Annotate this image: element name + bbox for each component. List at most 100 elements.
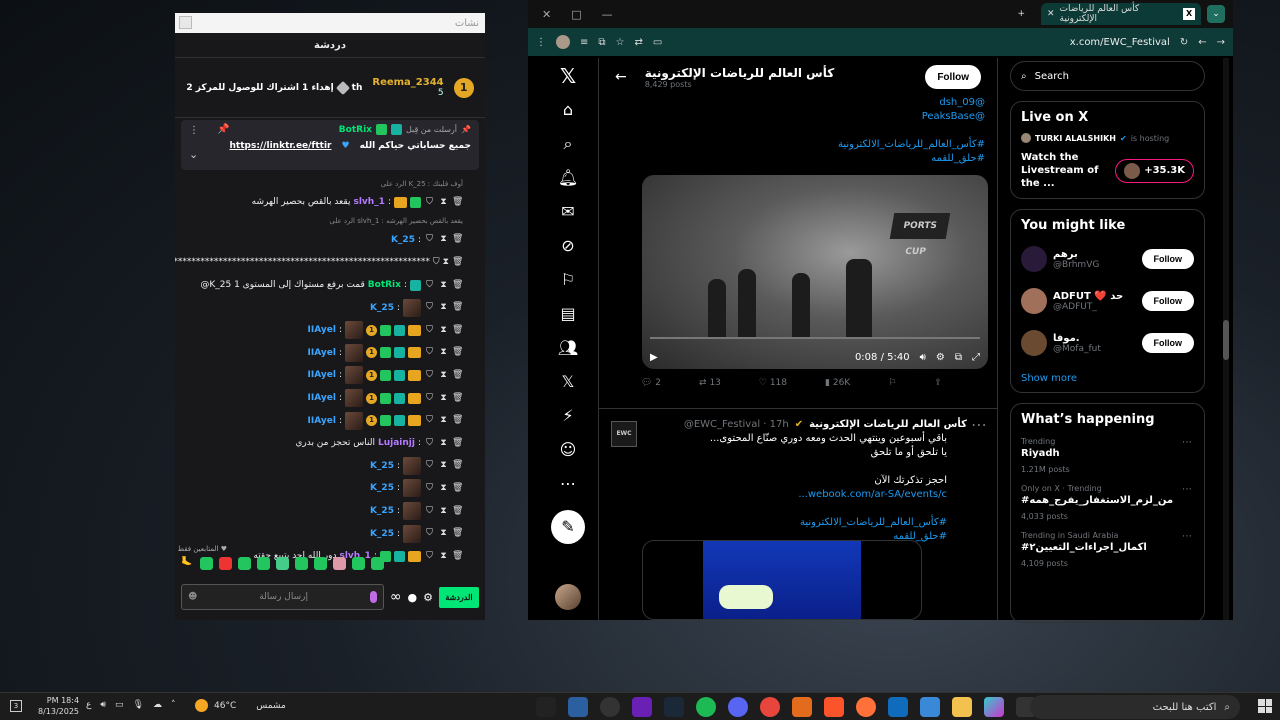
emote-icon[interactable]: [295, 557, 308, 570]
video-player[interactable]: PORTS CUP ▶ 0:08 / 5:40 🔊︎ ⚙ ⧉ ⤢: [642, 175, 988, 369]
window-control-box[interactable]: [179, 16, 192, 29]
shield-icon[interactable]: ⛉: [424, 415, 435, 426]
timeout-hourglass-icon[interactable]: ⧗: [438, 302, 449, 313]
points-icon[interactable]: ●: [408, 591, 418, 604]
timeout-hourglass-icon[interactable]: ⧗: [438, 197, 449, 208]
chat-message[interactable]: K_25: ⛉ ⧗ 🗑︎: [175, 500, 475, 523]
cast-icon[interactable]: ▭: [653, 37, 662, 48]
emote-icon[interactable]: [238, 557, 251, 570]
emote-icon[interactable]: [333, 557, 346, 570]
maximize-icon[interactable]: □: [571, 8, 581, 21]
message-username[interactable]: IIAyel: [308, 325, 336, 335]
more-horizontal-icon[interactable]: ⋯: [1182, 531, 1192, 542]
back-arrow-icon[interactable]: ←: [615, 69, 627, 85]
store-app-icon[interactable]: [920, 697, 940, 717]
emote-icon[interactable]: [352, 557, 365, 570]
emote-icon[interactable]: [371, 557, 384, 570]
delete-trash-icon[interactable]: 🗑︎: [452, 280, 463, 291]
firefox-app-icon[interactable]: [856, 697, 876, 717]
emote-icon[interactable]: [200, 557, 213, 570]
home-icon[interactable]: ⌂: [556, 98, 580, 122]
chat-message[interactable]: IIAyel: 1 ⛉ ⧗ 🗑︎: [175, 342, 475, 365]
delete-trash-icon[interactable]: 🗑︎: [452, 302, 463, 313]
bookmarks-icon[interactable]: ⚐: [556, 268, 580, 292]
chat-message[interactable]: K_25: ⛉ ⧗ 🗑︎: [175, 455, 475, 478]
message-username[interactable]: K_25: [370, 461, 394, 471]
tweet-line[interactable]: @PeaksBase: [599, 110, 997, 124]
video-progress[interactable]: [650, 337, 980, 339]
browser-tab[interactable]: + ✕ كأس العالم للرياضات الإلكترونية X: [1017, 3, 1201, 25]
volume-icon[interactable]: 🔊︎: [920, 352, 926, 363]
more-horizontal-icon[interactable]: ⋯: [971, 415, 987, 434]
profile-person-icon[interactable]: ☺: [556, 438, 580, 462]
message-username[interactable]: IIAyel: [308, 416, 336, 426]
weather-widget[interactable]: 46°C مشمس: [195, 699, 286, 712]
play-icon[interactable]: ▶: [650, 352, 658, 363]
page-scrollbar[interactable]: [1223, 58, 1229, 620]
speaker-icon[interactable]: 🔊︎: [100, 700, 106, 710]
adobe-app-icon[interactable]: [792, 697, 812, 717]
chat-input[interactable]: ☻ إرسال رسالة: [181, 584, 384, 610]
tweet-line[interactable]: #كأس_العالم_للرياضات_الالكترونية: [611, 516, 947, 530]
repost-action[interactable]: ⇄ 13: [699, 378, 721, 388]
like-action[interactable]: ♡ 118: [759, 378, 787, 388]
show-more-link[interactable]: Show more: [1021, 373, 1194, 384]
message-username[interactable]: K_25: [370, 506, 394, 516]
chat-message[interactable]: K_25: ⛉ ⧗ 🗑︎: [175, 522, 475, 545]
pip-icon[interactable]: ⧉: [955, 352, 962, 363]
scrollbar-thumb[interactable]: [1223, 320, 1229, 360]
message-username[interactable]: K_25: [391, 235, 415, 245]
message-username[interactable]: IIAyel: [308, 348, 336, 358]
reading-list-icon[interactable]: ≡: [580, 37, 588, 48]
chat-message[interactable]: الناس تحجز من بدري Lujainjj: ⛉ ⧗ 🗑︎: [175, 432, 475, 455]
shield-icon[interactable]: ⛉: [424, 325, 435, 336]
delete-trash-icon[interactable]: 🗑︎: [452, 438, 463, 449]
verified-orgs-icon[interactable]: ⚡: [556, 404, 580, 428]
delete-trash-icon[interactable]: 🗑︎: [452, 506, 463, 517]
tab-close-icon[interactable]: ✕: [1047, 9, 1055, 19]
messages-mail-icon[interactable]: ✉: [556, 200, 580, 224]
delete-trash-icon[interactable]: 🗑︎: [452, 551, 463, 562]
more-vertical-icon[interactable]: ⋮: [189, 125, 199, 136]
forward-icon[interactable]: →: [1217, 37, 1225, 48]
shield-icon[interactable]: ⛉: [424, 528, 435, 539]
shield-icon[interactable]: ⛉: [424, 280, 435, 291]
tray-overflow-icon[interactable]: ˄: [171, 700, 176, 710]
top-user[interactable]: Reema_2344 5: [372, 77, 443, 98]
delete-trash-icon[interactable]: 🗑︎: [452, 483, 463, 494]
reload-icon[interactable]: ↻: [1180, 37, 1188, 48]
emote-icon[interactable]: 🦶: [181, 557, 194, 570]
notification-center-icon[interactable]: 3: [10, 700, 22, 712]
search-input[interactable]: ⌕ Search: [1010, 61, 1205, 91]
message-username[interactable]: Lujainjj: [378, 438, 415, 448]
translate-icon[interactable]: ⇄: [635, 37, 643, 48]
live-stream-row[interactable]: Watch the Livestream of the ... +35.3K: [1021, 151, 1194, 190]
chevron-down-icon[interactable]: ⌄: [189, 148, 198, 161]
chat-message[interactable]: @K_25 قمت برفع مستواك إلى المستوى 1 BotRi…: [175, 274, 475, 297]
reply-action[interactable]: 💬︎ 2: [641, 378, 661, 388]
close-window-icon[interactable]: ✕: [542, 8, 551, 21]
timeout-hourglass-icon[interactable]: ⧗: [438, 438, 449, 449]
nzxt-app-icon[interactable]: [632, 697, 652, 717]
chat-message[interactable]: K_25: ⛉ ⧗ 🗑︎: [175, 296, 475, 319]
tweet-2[interactable]: EWC ⋯ @EWC_Festival · 17h ✔ كأس العالم ل…: [599, 408, 997, 554]
tweet-line[interactable]: #كأس_العالم_للرياضات_الالكترونية: [599, 138, 997, 152]
bookmark-icon[interactable]: ⚐: [888, 378, 896, 388]
message-username[interactable]: K_25: [370, 529, 394, 539]
new-tab-icon[interactable]: +: [1017, 9, 1025, 19]
notifications-bell-icon[interactable]: 🔔︎: [556, 166, 580, 190]
timeout-hourglass-icon[interactable]: ⧗: [438, 325, 449, 336]
suggested-account[interactable]: موفا. @Mofa_fut Follow: [1021, 327, 1194, 359]
share-icon[interactable]: ⇪: [934, 378, 942, 388]
grok-icon[interactable]: ⊘: [556, 234, 580, 258]
suggested-avatar[interactable]: [1021, 246, 1047, 272]
pinned-link[interactable]: https://linktr.ee/fttir: [230, 141, 332, 151]
suggested-account[interactable]: برهم @BrhmVG Follow: [1021, 243, 1194, 275]
message-username[interactable]: BotRix: [368, 280, 401, 290]
more-horizontal-icon[interactable]: ⋯: [1182, 484, 1192, 495]
delete-trash-icon[interactable]: 🗑︎: [452, 528, 463, 539]
chat-message[interactable]: IIAyel: 1 ⛉ ⧗ 🗑︎: [175, 364, 475, 387]
bookmark-star-icon[interactable]: ☆: [616, 37, 625, 48]
emote-icon[interactable]: [314, 557, 327, 570]
shield-icon[interactable]: ⛉: [424, 347, 435, 358]
